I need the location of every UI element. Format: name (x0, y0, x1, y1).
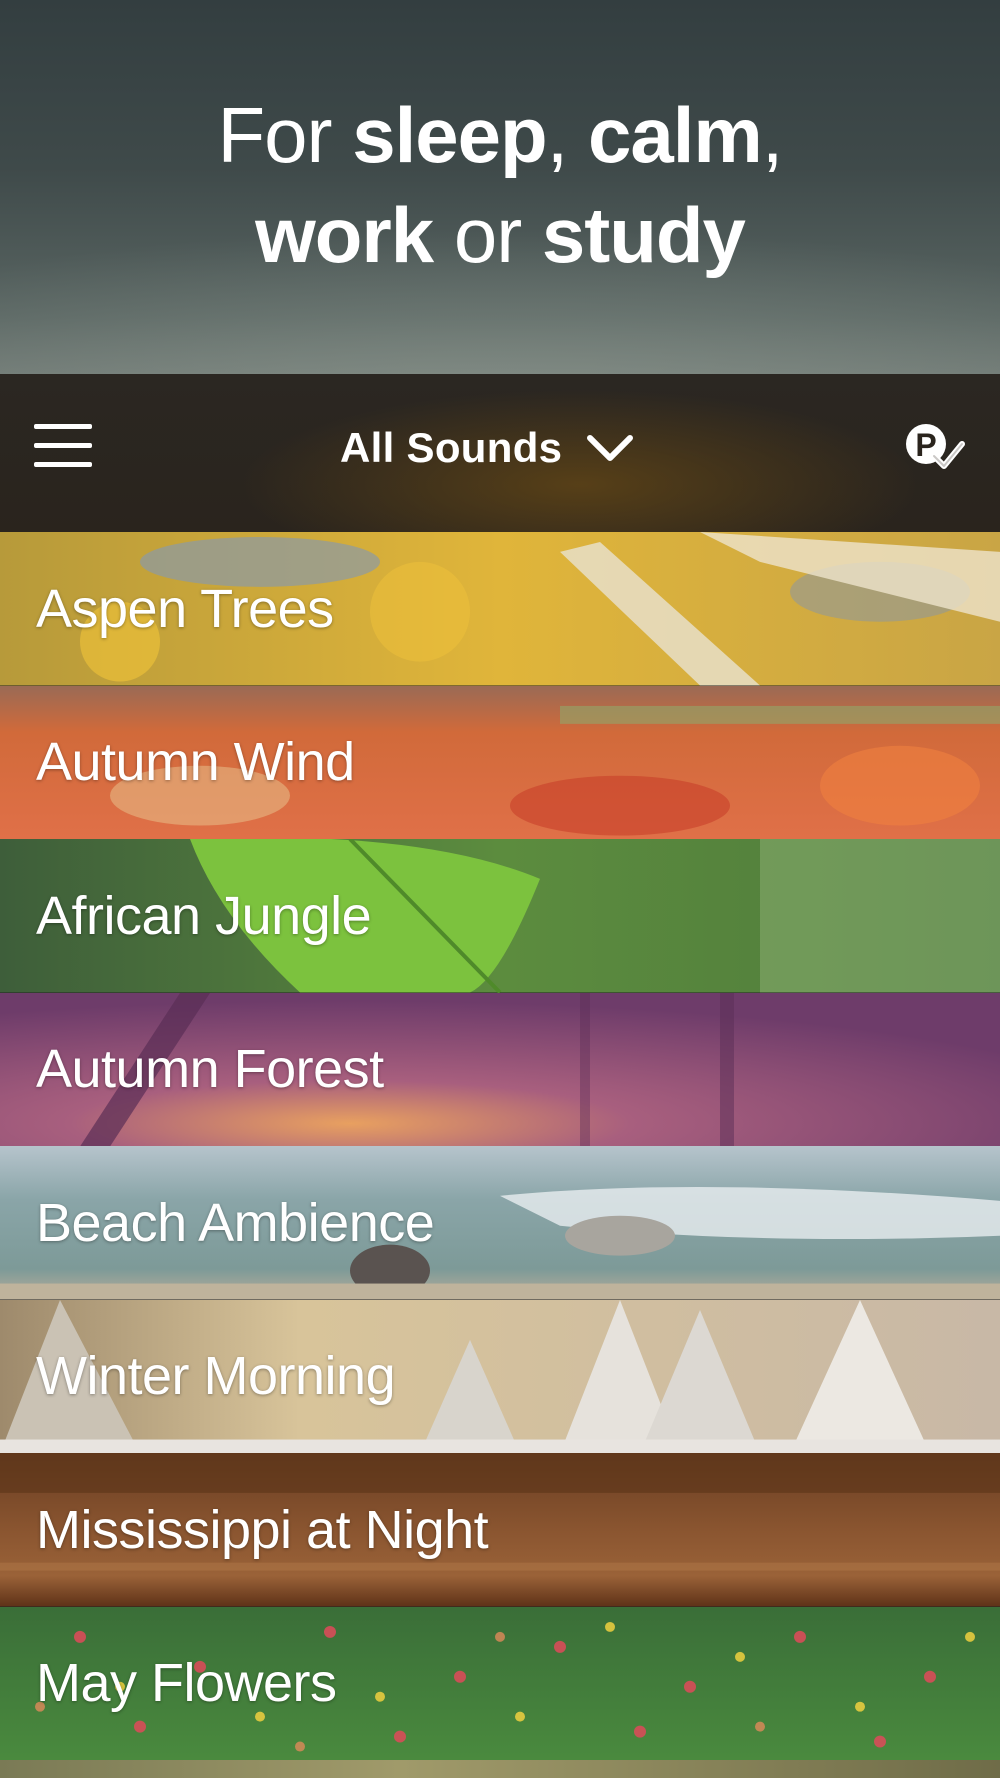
premium-check-icon[interactable]: P (900, 418, 970, 478)
sound-item-aspen-trees[interactable]: Aspen Trees (0, 532, 1000, 686)
sound-item-african-jungle[interactable]: African Jungle (0, 839, 1000, 993)
category-title: All Sounds (340, 424, 563, 471)
sound-item-mississippi-at-night[interactable]: Mississippi at Night (0, 1453, 1000, 1607)
sound-list: Aspen Trees Autumn Wind African Jungle A… (0, 532, 1000, 1760)
sound-label: Mississippi at Night (36, 1499, 489, 1560)
sound-item-may-flowers[interactable]: May Flowers (0, 1606, 1000, 1760)
sound-item-autumn-wind[interactable]: Autumn Wind (0, 685, 1000, 839)
sound-label: Autumn Forest (36, 1039, 384, 1100)
sound-item-beach-ambience[interactable]: Beach Ambience (0, 1146, 1000, 1300)
sound-label: Autumn Wind (36, 732, 355, 793)
hero-line-1: For sleep, calm, (217, 91, 784, 179)
next-sound-item-partial (0, 1760, 1000, 1778)
hero-tagline: For sleep, calm, work or study (217, 85, 784, 285)
sound-label: May Flowers (36, 1653, 337, 1714)
sound-category-dropdown[interactable]: All Sounds (340, 418, 636, 478)
top-navbar: All Sounds P (0, 374, 1000, 532)
sound-item-winter-morning[interactable]: Winter Morning (0, 1299, 1000, 1453)
sound-label: Winter Morning (36, 1346, 396, 1407)
hamburger-menu-icon[interactable] (30, 416, 96, 476)
hero-banner: For sleep, calm, work or study (0, 0, 1000, 374)
sound-label: African Jungle (36, 885, 372, 946)
hero-line-2: work or study (255, 191, 746, 279)
sound-label: Beach Ambience (36, 1192, 435, 1253)
sound-label: Aspen Trees (36, 578, 334, 639)
chevron-down-icon (587, 435, 634, 461)
sound-item-autumn-forest[interactable]: Autumn Forest (0, 992, 1000, 1146)
